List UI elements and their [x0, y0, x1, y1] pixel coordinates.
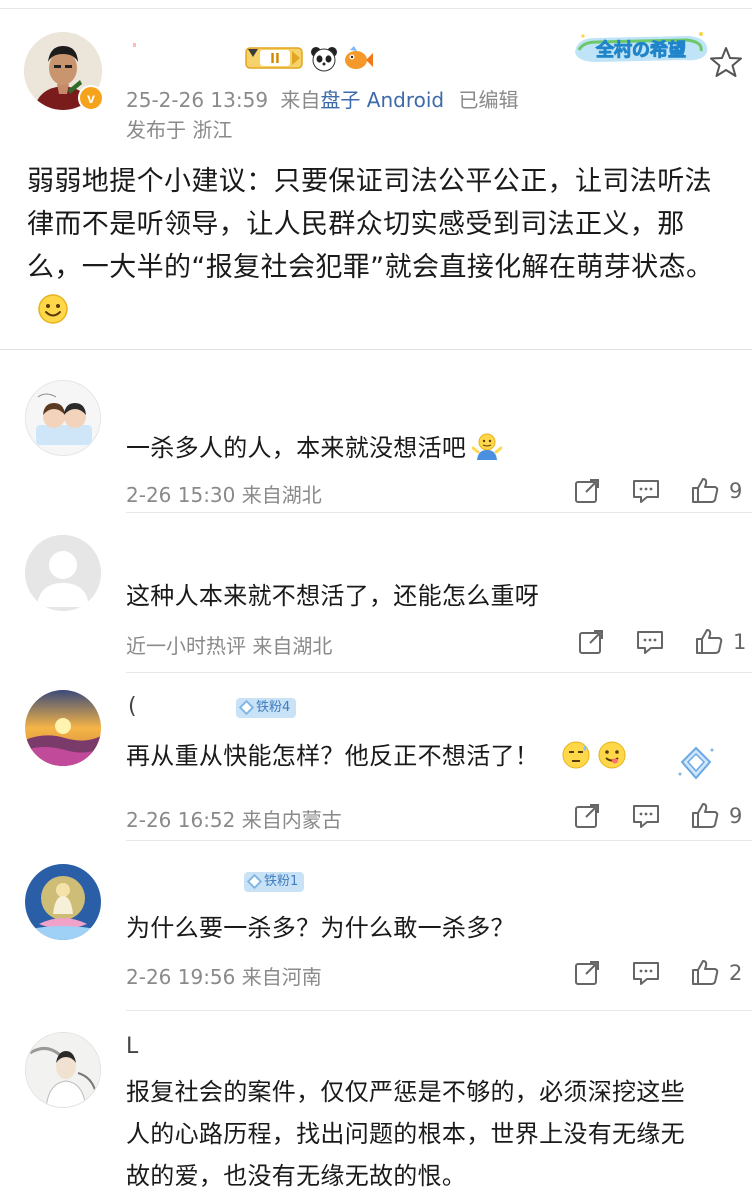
comment-icon[interactable] [631, 476, 661, 506]
like-count: 1 [733, 630, 747, 654]
level-badge-icon: II [245, 47, 303, 69]
repost-icon[interactable] [572, 801, 602, 831]
comment-avatar[interactable] [25, 864, 101, 940]
repost-icon[interactable] [576, 627, 606, 657]
comment-text: 这种人本来就不想活了，还能怎么重呀 [126, 582, 540, 610]
comment-item: L 报复社会的案件，仅仅严惩是不够的，必须深挖这些 人的心路历程，找出问题的根本… [0, 1010, 752, 1200]
comment-icon[interactable] [631, 801, 661, 831]
post-meta: 25-2-26 13:59 来自盘子 Android 已编辑 [126, 84, 518, 113]
post-source-prefix: 来自 [280, 88, 321, 112]
commenter-name[interactable]: ( [128, 694, 137, 719]
comment-text-line-2: 人的心路历程，找出问题的根本，世界上没有无缘无 [126, 1120, 685, 1148]
comment-text-line-3: 故的爱，也没有无缘无故的恨。 [126, 1162, 467, 1190]
comment-avatar[interactable] [25, 380, 101, 456]
diamond-reward-icon [678, 746, 714, 780]
fan-level-label: 铁粉4 [256, 700, 291, 715]
comment-avatar[interactable] [25, 1032, 101, 1108]
like-count: 2 [729, 961, 743, 985]
comment-text: 为什么要一杀多？为什么敢一杀多？ [126, 914, 515, 942]
comment-text: 再从重从快能怎样？他反正不想活了！ [126, 736, 627, 771]
comment-avatar[interactable] [25, 535, 101, 611]
yum-emoji-icon [598, 741, 626, 769]
top-divider [0, 8, 752, 9]
main-post: v II 全村の希望 25-2-26 13:59 来自盘子 Android 已编… [0, 0, 752, 350]
comment-icon[interactable] [635, 627, 665, 657]
comment-text-line-1: 报复社会的案件，仅仅严惩是不够的，必须深挖这些 [126, 1078, 685, 1106]
comment-item: 铁粉1 为什么要一杀多？为什么敢一杀多？ 2-26 19:56 来自河南 2 [0, 840, 752, 1011]
comment-meta: 2-26 19:56 来自河南 [126, 965, 322, 989]
comment-text-content: 一杀多人的人，本来就没想活吧 [126, 434, 467, 462]
post-body-text: 弱弱地提个小建议：只要保证司法公平公正，让司法听法律而不是听领导，让人民群众切实… [27, 166, 714, 283]
like-icon[interactable] [690, 957, 720, 987]
panda-icon [311, 47, 337, 72]
like-count: 9 [729, 479, 743, 503]
svg-text:全村の希望: 全村の希望 [595, 39, 686, 61]
diamond-icon [238, 699, 255, 716]
fan-level-badge: 铁粉1 [244, 872, 305, 892]
like-icon[interactable] [690, 475, 720, 505]
comment-item: 一杀多人的人，本来就没想活吧 2-26 15:30 来自湖北 9 [0, 352, 752, 513]
verified-badge-icon: v [78, 85, 104, 111]
comment-meta: 近一小时热评 来自湖北 [126, 634, 333, 658]
fan-level-label: 铁粉1 [264, 874, 299, 889]
comment-meta: 2-26 15:30 来自湖北 [126, 483, 322, 507]
diamond-icon [246, 873, 263, 890]
brand-logo: 全村の希望 [575, 32, 708, 62]
comment-avatar[interactable] [25, 690, 101, 766]
like-icon[interactable] [690, 800, 720, 830]
fan-level-badge: 铁粉4 [236, 698, 297, 718]
post-edited-label: 已编辑 [458, 88, 519, 112]
smile-emoji-icon [38, 294, 68, 324]
post-time: 25-2-26 13:59 [126, 88, 269, 112]
comment-item: 这种人本来就不想活了，还能怎么重呀 近一小时热评 来自湖北 1 [0, 512, 752, 673]
repost-icon[interactable] [572, 958, 602, 988]
like-count: 9 [729, 804, 743, 828]
post-source-link[interactable]: 盘子 Android [320, 88, 444, 112]
post-author-name[interactable] [133, 43, 136, 47]
post-location: 发布于 浙江 [126, 118, 233, 142]
repost-icon[interactable] [572, 476, 602, 506]
comment-icon[interactable] [631, 958, 661, 988]
favorite-star-icon[interactable] [708, 44, 744, 80]
shrug-emoji-icon [472, 433, 503, 460]
like-icon[interactable] [694, 626, 724, 656]
post-body: 弱弱地提个小建议：只要保证司法公平公正，让司法听法律而不是听领导，让人民群众切实… [27, 160, 732, 332]
svg-text:II: II [270, 52, 280, 67]
comment-meta: 2-26 16:52 来自内蒙古 [126, 808, 342, 832]
sweat-emoji-icon [562, 741, 590, 769]
comment-text-content: 再从重从快能怎样？他反正不想活了！ [126, 742, 540, 770]
comment-text: 一杀多人的人，本来就没想活吧 [126, 428, 503, 463]
fish-icon [345, 46, 373, 69]
commenter-name[interactable]: L [126, 1034, 138, 1059]
comment-item: ( 铁粉4 再从重从快能怎样？他反正不想活了！ 2-26 16:52 来自内蒙古… [0, 672, 752, 841]
